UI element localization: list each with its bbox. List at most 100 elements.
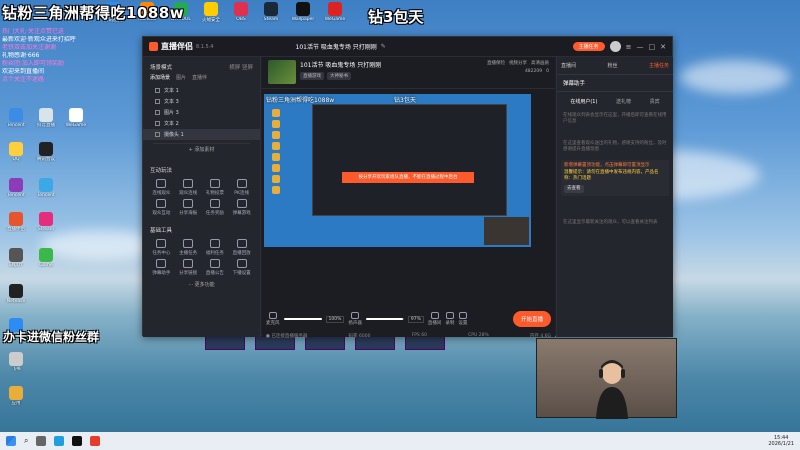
minimize-icon[interactable]: — [637,43,644,51]
mic-volume-value[interactable]: 100% [325,315,345,323]
menu-icon[interactable]: ≡ [626,43,632,51]
scene-item[interactable]: 摄像头 1 [143,129,260,140]
clock[interactable]: 15:44 2026/1/21 [768,435,794,447]
scene-item[interactable]: 文本 2 [143,118,260,129]
checkbox-icon [155,88,160,93]
app-logo: 直播伴侣 8.1.5.4 [149,41,214,52]
desktop-icon[interactable]: WeGame [320,2,350,22]
add-source-button[interactable]: + 添加素材 [153,143,250,153]
desktop-icon[interactable]: Wallpaper [288,2,318,22]
thumbnail [205,336,245,350]
ctrl-button[interactable]: 设置 [458,312,467,326]
tab-gift-rank[interactable]: 送礼榜 [616,98,631,105]
tool-item[interactable]: 福利任务 [203,239,228,256]
go-live-button[interactable]: 开始直播 [512,311,551,327]
desktop-icon[interactable]: Game [30,248,62,268]
avatar[interactable] [609,41,621,52]
scene-orientation[interactable]: 横屏 竖屏 [229,63,253,71]
desktop-icon[interactable]: 直播伴侣 [0,212,32,232]
interact-icon [209,199,220,208]
interact-item[interactable]: 弹幕游戏 [229,199,254,216]
maximize-icon[interactable]: □ [649,43,656,51]
edge-icon[interactable] [54,436,65,446]
desktop-icon[interactable]: 腾讯会议 [30,142,62,162]
preview-webcam [484,217,529,245]
tool-icon [156,239,167,248]
interact-item[interactable]: 分享海报 [176,199,201,216]
desktop-icon[interactable]: Tencent [0,178,32,198]
task-view-icon[interactable] [36,436,47,446]
desktop-icon[interactable]: 应用 [0,386,32,406]
tab-room[interactable]: 直播间 [561,62,576,69]
preview-overlay-right: 钻3包天 [394,97,416,104]
desktop-icon[interactable]: 飞书 [0,352,32,372]
tab-add-scene[interactable]: 添加场景 [150,74,170,81]
interact-item[interactable]: 连线观众 [149,179,174,196]
tool-item[interactable]: 下播设置 [229,259,254,276]
stream-title[interactable]: 101活节 吸血鬼专场 只打刚刚 [296,42,377,51]
tool-item[interactable]: 直播回放 [229,239,254,256]
search-icon[interactable]: ⌕ [24,436,28,446]
stat-link[interactable]: 高清画质 [531,60,549,66]
desktop-icon[interactable]: ENJOY [0,248,32,268]
interact-item[interactable]: 礼物投票 [203,179,228,196]
chat-line: 热门大礼·关注点赞已送 [2,28,64,35]
stream-tag[interactable]: 大神秘书 [327,72,351,80]
desktop-icon[interactable]: Tencent [0,108,32,128]
speaker-control[interactable]: 扬声器 [348,312,362,326]
desktop-icon[interactable]: QQ [0,142,32,162]
tool-item[interactable]: 任务中心 [149,239,174,256]
chat-line: 点个关注不迷路 [2,76,45,83]
desktop-icon[interactable]: OBS [226,2,256,22]
desktop-icon[interactable]: 抖音直播 [30,108,62,128]
edit-icon[interactable]: ✎ [381,43,386,50]
desktop-icon[interactable]: WeGame [60,108,92,128]
interact-item[interactable]: 观众连线 [176,179,201,196]
scene-item[interactable]: 文本 3 [143,96,260,107]
tab-fans[interactable]: 粉丝 [607,62,617,69]
tool-item[interactable]: 弹幕助手 [149,259,174,276]
speaker-volume-slider[interactable] [365,318,404,320]
more-features-button[interactable]: ··· 更多功能 [143,278,260,291]
ctrl-button[interactable]: 直播间 [428,312,441,326]
tab-companion[interactable]: 直播伴 [192,74,207,81]
stream-tag[interactable]: 直播游戏 [300,72,324,80]
scene-item[interactable]: 文本 1 [143,85,260,96]
tool-item[interactable]: 分享链接 [176,259,201,276]
live-companion-icon[interactable] [72,436,83,446]
desktop-icon[interactable]: Steam [256,2,286,22]
stream-overlay-title: 钻粉三角洲帮得吃1088w [2,4,185,22]
chat-overlay: 热门大礼·关注点赞已送 最新欢迎·新观众进来打招呼 老铁双击加关注谢谢 礼物感谢… [2,28,152,84]
app-icon[interactable] [90,436,101,446]
stat-link[interactable]: 直播保险 [487,60,505,66]
ctrl-button[interactable]: 录制 [445,312,454,326]
desktop-icon[interactable]: Stream [30,212,62,232]
anchor-task-button[interactable]: 主播任务 [572,42,605,51]
interact-icon [156,179,167,188]
interact-item[interactable]: 任务奖励 [203,199,228,216]
mic-control[interactable]: 麦克风 [266,312,280,326]
tool-item[interactable]: 直播公告 [203,259,228,276]
tab-online-users[interactable]: 在线用户(1) [570,98,597,105]
tab-image[interactable]: 图片 [176,74,186,81]
status-item: ● 已连接直播服务器 [266,334,308,339]
mic-volume-slider[interactable] [283,318,322,320]
tab-vip[interactable]: 贵宾 [650,98,660,105]
close-icon[interactable]: ✕ [660,43,666,51]
desktop-icon[interactable]: Tencent [30,178,62,198]
interact-item[interactable]: 观众互动 [149,199,174,216]
tool-item[interactable]: 主播任务 [176,239,201,256]
speaker-volume-value[interactable]: 97% [407,315,424,323]
interact-item[interactable]: PK连线 [229,179,254,196]
tip-view-button[interactable]: 去查看 [564,184,584,193]
desktop-icon[interactable]: 火绒安全 [196,2,226,23]
tab-tasks[interactable]: 主播任务 [649,62,669,69]
stat-link[interactable]: 视频分享 [509,60,527,66]
scene-item[interactable]: 图片 3 [143,107,260,118]
status-item: FPS 60 [411,333,427,338]
stream-preview[interactable]: 钻粉三角洲帮得吃1088w 钻3包天 按分享开玩玩家组队直播，不能在直播过程中后… [264,94,531,247]
windows-start-icon[interactable] [6,436,16,446]
desktop-icon[interactable]: Netease [0,284,32,304]
stream-cover[interactable] [268,60,296,84]
checkbox-icon [155,121,160,126]
